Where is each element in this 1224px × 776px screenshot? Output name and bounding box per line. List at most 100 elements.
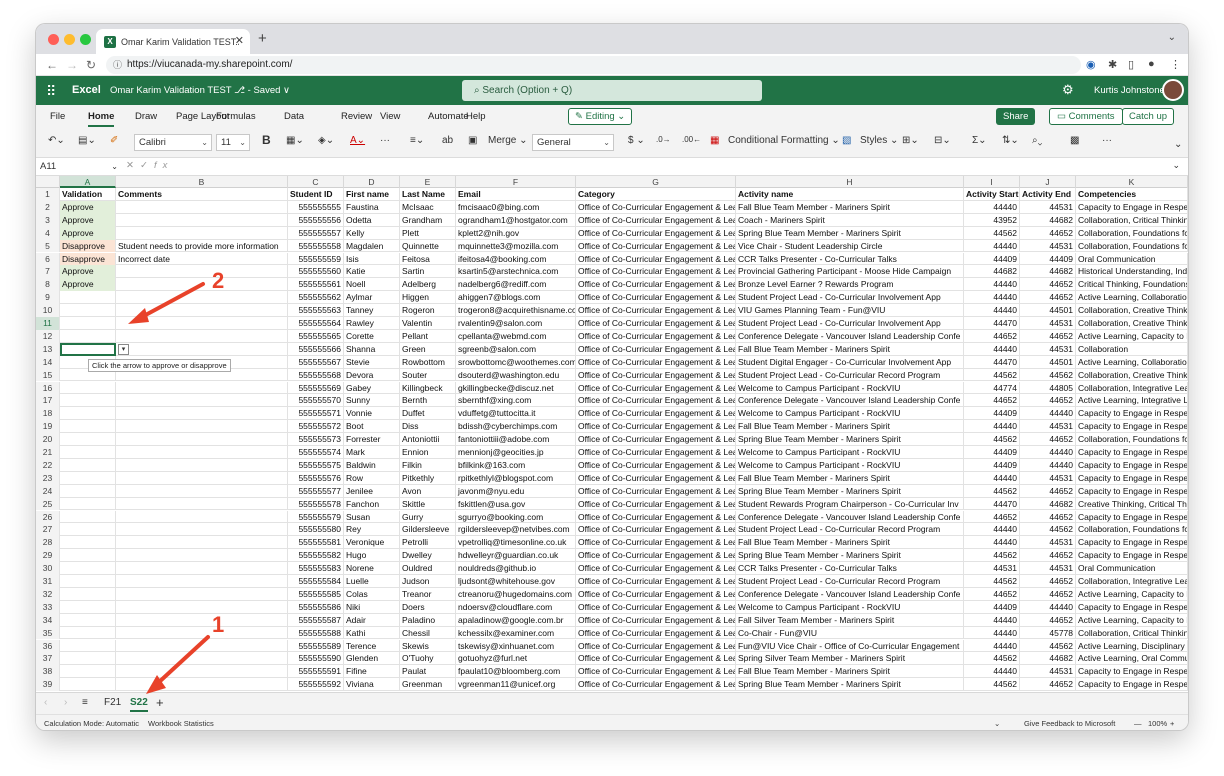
table-cell[interactable]: Duffet: [400, 407, 456, 421]
table-cell[interactable]: [116, 433, 288, 446]
expand-formula-bar-icon[interactable]: ⌄: [1172, 160, 1180, 171]
column-title-cell[interactable]: Category: [576, 188, 736, 201]
more-options-icon[interactable]: ···: [1102, 135, 1112, 146]
table-cell[interactable]: [116, 458, 288, 472]
table-cell[interactable]: Capacity to Engage in Respec: [1076, 446, 1188, 459]
row-header[interactable]: 8: [36, 278, 60, 292]
table-cell[interactable]: [60, 678, 116, 692]
table-cell[interactable]: McIsaac: [400, 200, 456, 214]
row-header[interactable]: 13: [36, 342, 60, 356]
tab-file[interactable]: File: [50, 111, 65, 122]
table-cell[interactable]: Capacity to Engage in Respec: [1076, 549, 1188, 563]
table-cell[interactable]: Bernth: [400, 394, 456, 408]
column-header[interactable]: I: [964, 176, 1020, 188]
conditional-formatting-button[interactable]: Conditional Formatting ⌄: [728, 135, 840, 146]
table-cell[interactable]: Quinnette: [400, 239, 456, 253]
table-cell[interactable]: sgurryo@booking.com: [456, 510, 576, 524]
close-window-button[interactable]: [48, 34, 59, 45]
table-cell[interactable]: 44440: [964, 639, 1020, 653]
table-cell[interactable]: Jenilee: [344, 484, 400, 498]
table-cell[interactable]: [116, 446, 288, 459]
table-cell[interactable]: [116, 381, 288, 395]
table-cell[interactable]: Collaboration, Creative Think: [1076, 368, 1188, 382]
table-cell[interactable]: Judson: [400, 575, 456, 588]
table-cell[interactable]: 44470: [964, 497, 1020, 511]
table-cell[interactable]: rpitkethlyl@blogspot.com: [456, 471, 576, 485]
table-cell[interactable]: [116, 613, 288, 627]
table-cell[interactable]: mquinnette3@mozilla.com: [456, 239, 576, 253]
table-cell[interactable]: VIU Games Planning Team - Fun@VIU: [736, 304, 964, 317]
table-cell[interactable]: Susan: [344, 510, 400, 524]
table-cell[interactable]: 44652: [1020, 329, 1076, 343]
table-cell[interactable]: [116, 265, 288, 279]
table-cell[interactable]: Collaboration, Integrative Lea: [1076, 381, 1188, 395]
table-cell[interactable]: kchessilx@examiner.com: [456, 626, 576, 640]
table-cell[interactable]: srowbottomc@woothemes.com: [456, 355, 576, 369]
table-cell[interactable]: Feitosa: [400, 252, 456, 266]
table-cell[interactable]: 555555567: [288, 355, 344, 369]
table-cell[interactable]: Student Project Lead - Co-Curricular Rec…: [736, 368, 964, 382]
table-cell[interactable]: ograndham1@hostgator.com: [456, 213, 576, 227]
add-sheet-button[interactable]: +: [156, 695, 164, 710]
table-cell[interactable]: Collaboration, Integrative Lea: [1076, 575, 1188, 588]
table-cell[interactable]: 44562: [964, 484, 1020, 498]
row-header[interactable]: 17: [36, 394, 60, 408]
row-header[interactable]: 9: [36, 291, 60, 305]
sidebar-icon[interactable]: ▯: [1128, 58, 1134, 71]
table-cell[interactable]: 555555587: [288, 613, 344, 627]
table-cell[interactable]: [60, 639, 116, 653]
table-cell[interactable]: Conference Delegate - Vancouver Island L…: [736, 329, 964, 343]
row-header[interactable]: 31: [36, 575, 60, 588]
table-cell[interactable]: cpellanta@webmd.com: [456, 329, 576, 343]
table-cell[interactable]: 555555561: [288, 278, 344, 292]
table-cell[interactable]: Student Project Lead - Co-Curricular Rec…: [736, 575, 964, 588]
table-cell[interactable]: 44440: [1020, 600, 1076, 614]
share-button[interactable]: Share: [996, 108, 1036, 125]
table-cell[interactable]: 555555582: [288, 549, 344, 563]
tab-page-layout[interactable]: Formulas: [216, 111, 256, 122]
table-cell[interactable]: 555555556: [288, 213, 344, 227]
table-cell[interactable]: 555555588: [288, 626, 344, 640]
table-cell[interactable]: fmcisaac0@bing.com: [456, 200, 576, 214]
column-title-cell[interactable]: Activity Start: [964, 188, 1020, 201]
table-cell[interactable]: [60, 291, 116, 305]
column-title-cell[interactable]: First name: [344, 188, 400, 201]
table-cell[interactable]: Capacity to Engage in Respec: [1076, 458, 1188, 472]
table-cell[interactable]: Spring Silver Team Member - Mariners Spi…: [736, 652, 964, 666]
table-cell[interactable]: Office of Co-Curricular Engagement & Lea…: [576, 536, 736, 550]
table-cell[interactable]: [60, 458, 116, 472]
spreadsheet-grid[interactable]: ABCDEFGHIJK 1 Validation Comments Student I…: [36, 176, 1188, 692]
table-cell[interactable]: [60, 613, 116, 627]
tab-review[interactable]: View: [380, 111, 400, 122]
status-chevron-icon[interactable]: ⌄: [994, 719, 1000, 728]
table-cell[interactable]: fantoniottiii@adobe.com: [456, 433, 576, 446]
table-cell[interactable]: 44440: [964, 239, 1020, 253]
table-cell[interactable]: 44652: [1020, 587, 1076, 601]
table-cell[interactable]: 555555569: [288, 381, 344, 395]
table-cell[interactable]: 44652: [1020, 678, 1076, 692]
table-cell[interactable]: [116, 587, 288, 601]
search-box[interactable]: ⌕ Search (Option + Q): [462, 80, 762, 101]
table-cell[interactable]: 44501: [1020, 355, 1076, 369]
table-cell[interactable]: 44682: [964, 265, 1020, 279]
table-cell[interactable]: Vice Chair - Student Leadership Circle: [736, 239, 964, 253]
table-cell[interactable]: 555555557: [288, 226, 344, 240]
table-cell[interactable]: 44682: [1020, 213, 1076, 227]
table-cell[interactable]: 44440: [964, 536, 1020, 550]
row-header[interactable]: 10: [36, 304, 60, 317]
table-cell[interactable]: 44440: [964, 420, 1020, 434]
table-cell[interactable]: Active Learning, Integrative L: [1076, 394, 1188, 408]
table-cell[interactable]: [60, 471, 116, 485]
table-cell[interactable]: Paladino: [400, 613, 456, 627]
table-cell[interactable]: [60, 394, 116, 408]
table-cell[interactable]: 44652: [1020, 433, 1076, 446]
table-cell[interactable]: Office of Co-Curricular Engagement & Lea…: [576, 226, 736, 240]
table-cell[interactable]: 44652: [1020, 291, 1076, 305]
row-header[interactable]: 28: [36, 536, 60, 550]
table-cell[interactable]: Stevie: [344, 355, 400, 369]
table-cell[interactable]: Fall Blue Team Member - Mariners Spirit: [736, 665, 964, 679]
table-cell[interactable]: javonm@nyu.edu: [456, 484, 576, 498]
row-header[interactable]: 27: [36, 523, 60, 537]
table-cell[interactable]: Fall Silver Team Member - Mariners Spiri…: [736, 613, 964, 627]
column-header[interactable]: D: [344, 176, 400, 188]
